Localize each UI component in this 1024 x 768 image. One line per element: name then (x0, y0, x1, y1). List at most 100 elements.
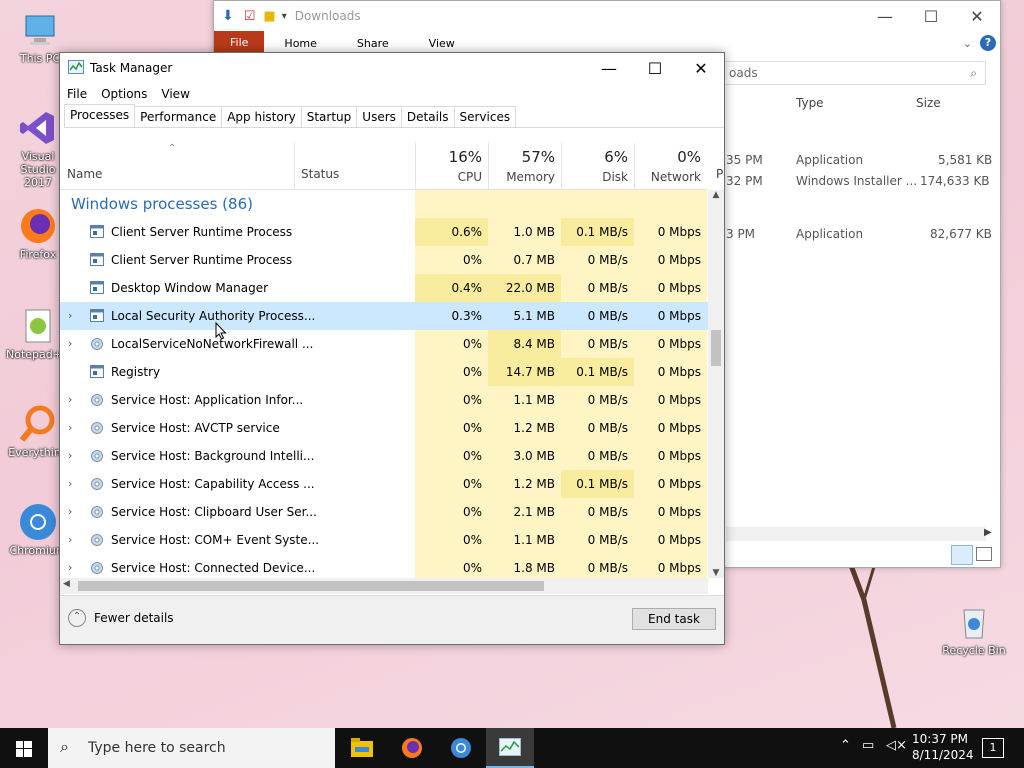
explorer-minimize-button[interactable]: — (862, 7, 908, 26)
expand-chevron-icon[interactable]: › (68, 526, 72, 554)
desktop-icon-label: Recycle Bin (942, 644, 1006, 657)
collapse-up-icon[interactable]: ⌃ (68, 609, 86, 627)
file-row-type: Windows Installer ... (796, 174, 918, 188)
tab-details[interactable]: Details (400, 106, 455, 127)
table-row[interactable]: › Service Host: COM+ Event Syste... 0% 1.1 … (60, 526, 708, 554)
network-total-percent: 0% (677, 148, 701, 166)
scroll-left-arrow-icon[interactable]: ◀ (63, 579, 70, 589)
minimize-button[interactable]: — (586, 59, 632, 78)
column-power-partial[interactable]: P (716, 167, 723, 181)
group-header-row[interactable]: Windows processes (86) (60, 190, 708, 218)
taskbar-chromium[interactable] (444, 728, 478, 768)
details-view-icon[interactable] (951, 545, 973, 565)
table-row[interactable]: › LocalServiceNoNetworkFirewall ... 0% 8.4 … (60, 330, 708, 358)
table-row[interactable]: › Service Host: AVCTP service 0% 1.2 MB 0 MB… (60, 414, 708, 442)
vertical-scroll-thumb[interactable] (711, 330, 721, 366)
expand-chevron-icon[interactable]: › (68, 330, 72, 358)
menu-file[interactable]: File (60, 87, 94, 101)
network-icon[interactable]: ▭ (862, 738, 874, 753)
expand-chevron-icon[interactable]: › (68, 498, 72, 526)
explorer-close-button[interactable]: ✕ (954, 7, 1000, 26)
expand-chevron-icon[interactable]: › (68, 442, 72, 470)
tab-performance[interactable]: Performance (134, 106, 223, 127)
disk-value: 0 MB/s (561, 274, 634, 302)
task-manager-window[interactable]: Task Manager — ☐ ✕ File Options View Pro… (59, 52, 725, 645)
menu-view[interactable]: View (154, 87, 196, 101)
taskbar-file-explorer[interactable] (345, 728, 379, 768)
large-icons-view-icon[interactable] (976, 547, 992, 561)
tab-startup[interactable]: Startup (300, 106, 358, 127)
table-row[interactable]: › Service Host: Capability Access ... 0% 1.… (60, 470, 708, 498)
table-row[interactable]: Desktop Window Manager 0.4% 22.0 MB 0 MB/s 0… (60, 274, 708, 302)
process-name: Service Host: Capability Access ... (111, 477, 315, 491)
properties-icon[interactable]: ☑ (244, 9, 256, 24)
column-network[interactable]: 0% Network (634, 143, 707, 189)
explorer-search-box[interactable]: oads ⌕ (714, 61, 986, 85)
file-row-time: 35 PM (726, 153, 763, 167)
scroll-down-arrow-icon[interactable]: ▼ (708, 568, 724, 578)
maximize-button[interactable]: ☐ (632, 59, 678, 78)
down-arrow-icon[interactable]: ⬇ (222, 8, 234, 24)
notifications-icon[interactable]: 1 (982, 738, 1004, 758)
tab-app-history[interactable]: App history (221, 106, 302, 127)
table-row[interactable]: Client Server Runtime Process 0.6% 1.0 MB 0… (60, 218, 708, 246)
explorer-horizontal-scrollbar[interactable] (726, 527, 986, 541)
file-row-size: 82,677 KB (930, 227, 992, 241)
expand-chevron-icon[interactable]: › (68, 554, 72, 578)
cpu-value: 0% (415, 526, 488, 554)
taskbar-search-box[interactable]: ⌕ Type here to search (48, 728, 335, 768)
table-row[interactable]: › Service Host: Clipboard User Ser... 0% 2.… (60, 498, 708, 526)
menu-options[interactable]: Options (94, 87, 154, 101)
vertical-scrollbar[interactable]: ▲ ▼ (708, 190, 724, 578)
scroll-up-arrow-icon[interactable]: ▲ (708, 190, 724, 200)
folder-icon[interactable]: ■ (263, 9, 275, 24)
network-value: 0 Mbps (634, 218, 707, 246)
taskbar-firefox[interactable] (395, 728, 429, 768)
fewer-details-link[interactable]: Fewer details (94, 611, 174, 625)
volume-muted-icon[interactable]: ◁× (886, 738, 907, 753)
table-row[interactable]: Registry 0% 14.7 MB 0.1 MB/s 0 Mbps (60, 358, 708, 386)
desktop-icon-recycle-bin[interactable]: Recycle Bin (942, 602, 1006, 657)
quick-access-dropdown-icon[interactable]: ▾ (282, 11, 287, 22)
ribbon-expand-icon[interactable]: ⌄ (955, 37, 980, 50)
ribbon-tab-share[interactable]: Share (337, 37, 409, 50)
memory-total-percent: 57% (521, 148, 555, 166)
ribbon-tab-view[interactable]: View (409, 37, 475, 50)
table-row[interactable]: Client Server Runtime Process 0% 0.7 MB 0 M… (60, 246, 708, 274)
horizontal-scroll-thumb[interactable] (78, 581, 544, 591)
taskbar-task-manager[interactable] (486, 728, 534, 768)
column-header-type[interactable]: Type (796, 96, 824, 110)
expand-chevron-icon[interactable]: › (68, 414, 72, 442)
column-disk[interactable]: 6% Disk (561, 143, 634, 189)
process-list[interactable]: Windows processes (86) Client Server Run… (60, 190, 708, 578)
help-icon[interactable]: ? (980, 35, 996, 51)
scroll-right-arrow-icon[interactable]: ▶ (984, 527, 992, 538)
ribbon-tab-home[interactable]: Home (264, 37, 336, 50)
explorer-maximize-button[interactable]: ☐ (908, 7, 954, 26)
visual-studio-icon (18, 108, 58, 148)
column-header-size[interactable]: Size (916, 96, 941, 110)
end-task-button[interactable]: End task (632, 608, 716, 630)
expand-chevron-icon[interactable]: › (68, 470, 72, 498)
table-row[interactable]: › Service Host: Connected Device... 0% 1.8 … (60, 554, 708, 578)
tab-processes[interactable]: Processes (64, 104, 136, 127)
column-memory[interactable]: 57% Memory (488, 143, 561, 189)
expand-chevron-icon[interactable]: › (68, 386, 72, 414)
horizontal-scrollbar[interactable]: ◀ (60, 578, 708, 594)
start-button[interactable] (0, 728, 48, 768)
table-row[interactable]: › Local Security Authority Process... 0.3%… (60, 302, 708, 330)
column-name[interactable]: Name (67, 167, 102, 181)
table-row[interactable]: › Service Host: Background Intelli... 0% 3.… (60, 442, 708, 470)
column-cpu[interactable]: 16% CPU (415, 143, 488, 189)
tab-users[interactable]: Users (356, 106, 402, 127)
close-button[interactable]: ✕ (678, 59, 724, 78)
column-status-cell[interactable]: Status (294, 143, 415, 189)
show-hidden-icons-chevron-icon[interactable]: ⌃ (840, 738, 851, 753)
taskbar-clock[interactable]: 10:37 PM 8/11/2024 (912, 731, 974, 763)
disk-value: 0.1 MB/s (561, 218, 634, 246)
table-row[interactable]: › Service Host: Application Infor... 0% 1.1… (60, 386, 708, 414)
network-label: Network (650, 170, 701, 184)
process-name: Service Host: Connected Device... (111, 561, 316, 575)
tab-services[interactable]: Services (453, 106, 517, 127)
expand-chevron-icon[interactable]: › (68, 302, 72, 330)
